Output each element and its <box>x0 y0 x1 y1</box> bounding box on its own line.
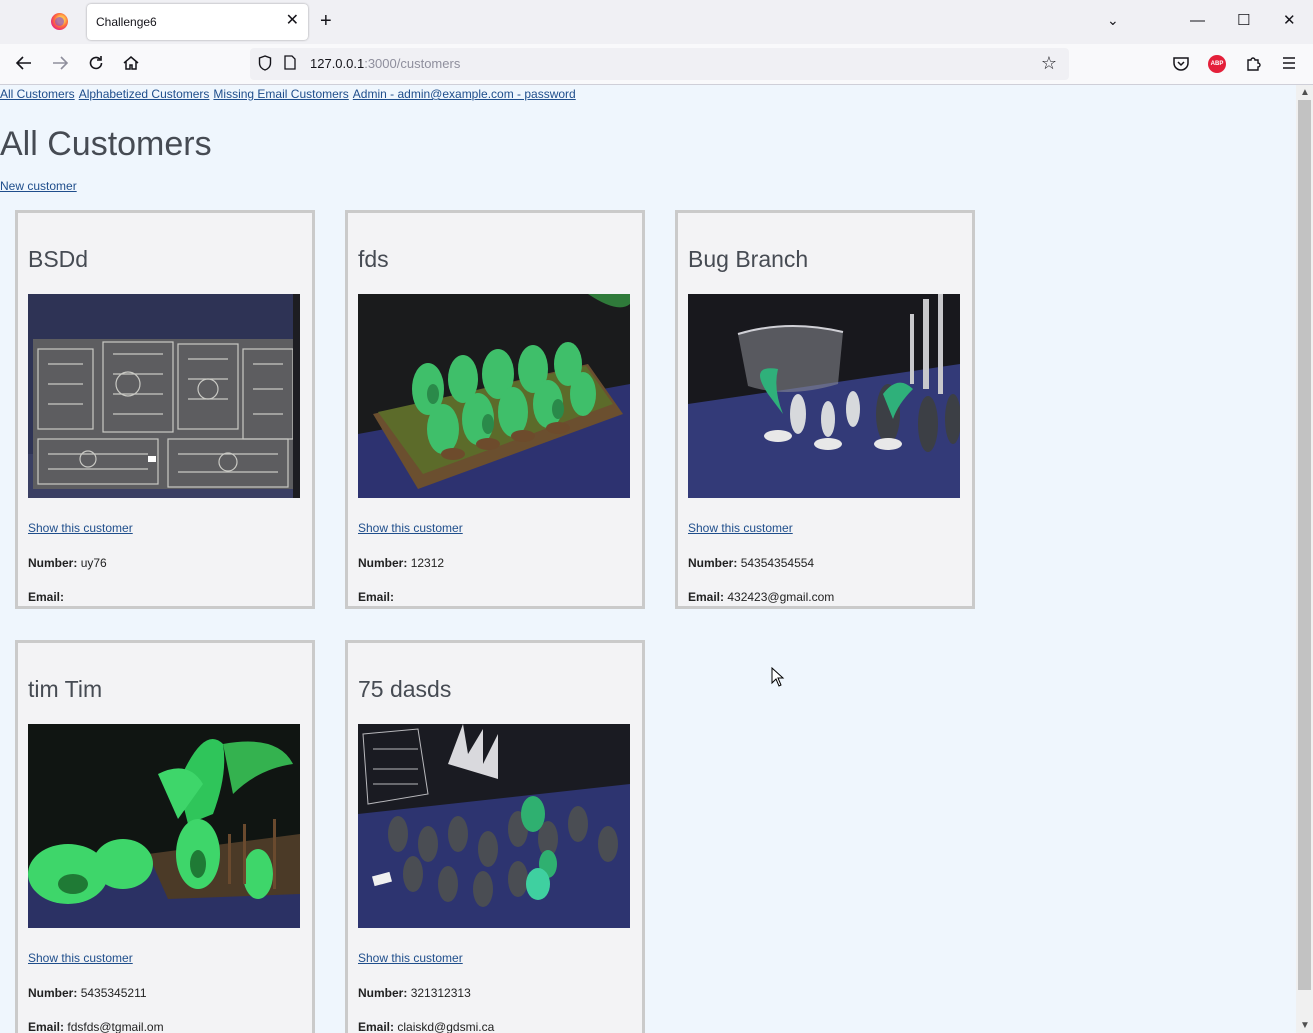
customer-image <box>28 294 300 498</box>
email-label: Email: <box>358 1020 395 1033</box>
customer-image <box>358 724 630 928</box>
customer-card: tim Tim Show this customer Number: 54353… <box>15 640 315 1033</box>
url-path: :3000/customers <box>364 56 461 71</box>
show-customer-link[interactable]: Show this customer <box>358 521 463 535</box>
window-maximize-button[interactable]: ☐ <box>1237 12 1250 30</box>
show-customer-link[interactable]: Show this customer <box>28 951 133 965</box>
tracking-protection-shield-icon[interactable] <box>258 55 272 75</box>
customer-name: tim Tim <box>28 676 103 702</box>
tab-title: Challenge6 <box>96 15 157 29</box>
browser-tab-active[interactable]: Challenge6 ✕ <box>87 4 308 40</box>
customer-name: Bug Branch <box>688 246 809 272</box>
window-close-button[interactable]: ✕ <box>1283 12 1296 30</box>
new-customer-link[interactable]: New customer <box>0 179 77 193</box>
firefox-logo-icon <box>51 13 68 30</box>
url-host: 127.0.0.1 <box>310 56 365 71</box>
email-value: fdsfds@tgmail.om <box>67 1020 164 1033</box>
customer-number: Number: 5435345211 <box>28 986 147 1000</box>
nav-link-alphabetized-customers[interactable]: Alphabetized Customers <box>79 87 210 101</box>
email-label: Email: <box>28 590 65 604</box>
number-value: 12312 <box>410 556 445 570</box>
customer-image <box>28 724 300 928</box>
show-customer-link[interactable]: Show this customer <box>688 521 793 535</box>
number-value: 5435345211 <box>80 986 147 1000</box>
customer-name: fds <box>358 246 389 272</box>
home-icon[interactable] <box>122 54 140 77</box>
back-arrow-icon[interactable] <box>15 54 33 77</box>
customer-image <box>688 294 960 498</box>
number-label: Number: <box>28 556 78 570</box>
number-label: Number: <box>358 556 408 570</box>
adblock-plus-icon[interactable]: ABP <box>1208 55 1226 73</box>
pocket-icon[interactable] <box>1172 54 1190 77</box>
scroll-up-arrow-icon[interactable]: ▲ <box>1300 87 1310 98</box>
customer-number: Number: uy76 <box>28 556 107 570</box>
email-value: claiskd@gdsmi.ca <box>397 1020 495 1033</box>
page-info-icon[interactable] <box>284 55 296 73</box>
customer-name: BSDd <box>28 246 89 272</box>
tab-close-icon[interactable]: ✕ <box>286 12 299 30</box>
number-value: uy76 <box>80 556 107 570</box>
show-customer-link[interactable]: Show this customer <box>358 951 463 965</box>
browser-tab-bar: Challenge6 ✕ + ⌄ — ☐ ✕ <box>0 0 1313 44</box>
customer-email: Email: fdsfds@tgmail.om <box>28 1020 164 1033</box>
nav-link-all-customers[interactable]: All Customers <box>0 87 75 101</box>
browser-nav-bar: 127.0.0.1:3000/customers ☆ ABP <box>0 44 1313 85</box>
page-viewport: All Customers Alphabetized Customers Missi… <box>0 85 1296 1033</box>
customer-email: Email: 432423@gmail.com <box>688 590 834 604</box>
customer-email: Email: <box>28 590 64 604</box>
list-all-tabs-icon[interactable]: ⌄ <box>1107 12 1119 29</box>
vertical-scrollbar[interactable]: ▲ ▼ <box>1296 85 1313 1033</box>
mouse-cursor-icon <box>771 666 785 692</box>
email-label: Email: <box>28 1020 65 1033</box>
customer-email: Email: <box>358 590 394 604</box>
customer-card: fds Show this customer Number: 12312 Ema… <box>345 210 645 609</box>
show-customer-link[interactable]: Show this customer <box>28 521 133 535</box>
customer-number: Number: 54354354554 <box>688 556 814 570</box>
bookmark-star-icon[interactable]: ☆ <box>1041 53 1057 74</box>
email-label: Email: <box>688 590 725 604</box>
nav-link-admin[interactable]: Admin - admin@example.com - password <box>353 87 576 101</box>
url-text[interactable]: 127.0.0.1:3000/customers <box>310 56 460 71</box>
number-label: Number: <box>28 986 78 1000</box>
top-navigation: All Customers Alphabetized Customers Missi… <box>0 87 580 101</box>
customer-name: 75 dasds <box>358 676 452 702</box>
customer-image <box>358 294 630 498</box>
customer-card: Bug Branch Show this customer Number: 54… <box>675 210 975 609</box>
number-label: Number: <box>688 556 738 570</box>
nav-link-missing-email-customers[interactable]: Missing Email Customers <box>213 87 348 101</box>
customer-email: Email: claiskd@gdsmi.ca <box>358 1020 494 1033</box>
window-minimize-button[interactable]: — <box>1190 12 1205 30</box>
email-value: 432423@gmail.com <box>727 590 835 604</box>
customer-number: Number: 321312313 <box>358 986 471 1000</box>
forward-arrow-icon[interactable] <box>51 54 69 77</box>
new-tab-button[interactable]: + <box>320 11 332 31</box>
number-value: 321312313 <box>410 986 471 1000</box>
hamburger-menu-icon[interactable] <box>1281 54 1297 77</box>
number-value: 54354354554 <box>740 556 815 570</box>
scroll-down-arrow-icon[interactable]: ▼ <box>1300 1020 1310 1031</box>
customer-number: Number: 12312 <box>358 556 444 570</box>
page-title: All Customers <box>0 125 212 163</box>
number-label: Number: <box>358 986 408 1000</box>
customer-card: 75 dasds Show this customer Number: 3213… <box>345 640 645 1033</box>
reload-icon[interactable] <box>87 54 105 77</box>
customer-card: BSDd Show this customer Number: uy76 Ema… <box>15 210 315 609</box>
address-bar[interactable]: 127.0.0.1:3000/customers ☆ <box>250 48 1069 80</box>
scrollbar-thumb[interactable] <box>1298 100 1311 990</box>
extensions-puzzle-icon[interactable] <box>1245 54 1263 77</box>
email-label: Email: <box>358 590 395 604</box>
